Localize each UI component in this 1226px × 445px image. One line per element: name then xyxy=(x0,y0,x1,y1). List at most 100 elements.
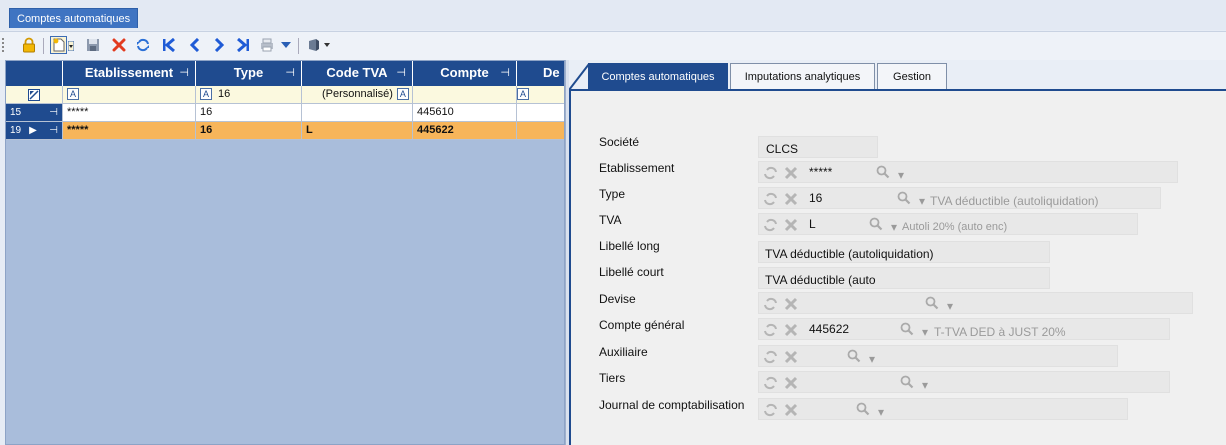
export-icon[interactable] xyxy=(305,36,323,54)
pin-icon[interactable]: ⊣ xyxy=(179,61,189,85)
tab-imputations-analytiques[interactable]: Imputations analytiques xyxy=(730,63,875,90)
filter-cell-etablissement[interactable]: A xyxy=(63,86,196,104)
next-record-icon[interactable] xyxy=(210,36,228,54)
label-libelle-long: Libellé long xyxy=(599,239,660,253)
auxiliaire-field[interactable]: ▾ xyxy=(758,345,1118,367)
libelle-long-field[interactable]: TVA déductible (autoliquidation) xyxy=(758,241,1050,263)
cell-compte[interactable]: 445610 xyxy=(413,104,517,122)
table-row-selected[interactable]: 19 ▶ ⊣ ***** 16 L 445622 xyxy=(6,122,564,140)
filter-operator-icon[interactable]: A xyxy=(200,88,212,101)
libelle-court-field[interactable]: TVA déductible (auto xyxy=(758,267,1050,289)
tiers-field[interactable]: ▾ xyxy=(758,371,1170,393)
last-record-icon[interactable] xyxy=(234,36,252,54)
current-row-icon: ▶ xyxy=(29,125,37,136)
label-type: Type xyxy=(599,187,626,201)
column-header-de[interactable]: De xyxy=(517,61,564,86)
row-number-label: 15 xyxy=(10,107,22,118)
compte-general-description: T-TVA DED à JUST 20% xyxy=(934,325,1066,339)
pin-icon[interactable]: ⊣ xyxy=(49,122,58,139)
filter-cell-de[interactable]: A xyxy=(517,86,564,104)
column-header-compte[interactable]: Compte ⊣ xyxy=(413,61,517,86)
column-header-label: De xyxy=(543,65,560,80)
devise-field[interactable]: ▾ xyxy=(758,292,1193,314)
delete-icon[interactable] xyxy=(110,36,128,54)
tab-comptes-automatiques[interactable]: Comptes automatiques xyxy=(588,63,728,90)
cell-etablissement[interactable]: ***** xyxy=(63,122,196,140)
grid-header: Etablissement ⊣ Type ⊣ Code TVA ⊣ Compte… xyxy=(6,61,564,86)
label-libelle-court: Libellé court xyxy=(599,265,664,279)
save-icon[interactable] xyxy=(84,36,102,54)
type-value: 16 xyxy=(809,191,823,205)
label-auxiliaire: Auxiliaire xyxy=(599,345,648,359)
clear-icon xyxy=(784,192,798,206)
chevron-down-icon[interactable]: ▾ xyxy=(891,217,897,234)
chevron-down-icon[interactable]: ▾ xyxy=(869,349,875,366)
chevron-down-icon[interactable]: ▾ xyxy=(878,402,884,419)
chevron-down-icon[interactable]: ▾ xyxy=(947,296,953,313)
new-record-dropdown-icon[interactable] xyxy=(67,40,75,52)
search-icon xyxy=(900,322,914,336)
clear-icon xyxy=(784,166,798,180)
clear-filter-icon[interactable] xyxy=(6,86,63,104)
document-tabstrip: Comptes automatiques xyxy=(0,0,1226,30)
pin-icon[interactable]: ⊣ xyxy=(500,61,510,85)
cell-compte[interactable]: 445622 xyxy=(413,122,517,140)
export-dropdown-icon[interactable] xyxy=(322,36,332,54)
toolbar-separator xyxy=(43,38,44,54)
cell-de[interactable] xyxy=(517,122,564,140)
filter-operator-icon[interactable]: A xyxy=(67,88,79,101)
row-number[interactable]: 19 ▶ ⊣ xyxy=(6,122,63,140)
previous-record-icon[interactable] xyxy=(186,36,204,54)
refresh-icon[interactable] xyxy=(134,36,152,54)
tab-gestion[interactable]: Gestion xyxy=(877,63,947,90)
toolbar-grip[interactable] xyxy=(2,38,5,52)
column-header-type[interactable]: Type ⊣ xyxy=(196,61,302,86)
cell-etablissement[interactable]: ***** xyxy=(63,104,196,122)
table-row[interactable]: 15 ⊣ ***** 16 445610 xyxy=(6,104,564,122)
filter-dropdown-icon[interactable] xyxy=(280,36,292,54)
field-actions xyxy=(763,296,799,312)
column-header-code-tva[interactable]: Code TVA ⊣ xyxy=(302,61,413,86)
tva-field[interactable]: L ▾ Autoli 20% (auto enc) xyxy=(758,213,1138,235)
label-compte-general: Compte général xyxy=(599,318,685,332)
chevron-down-icon[interactable]: ▾ xyxy=(922,322,928,339)
pin-icon[interactable]: ⊣ xyxy=(285,61,295,85)
journal-field[interactable]: ▾ xyxy=(758,398,1128,420)
print-icon[interactable] xyxy=(258,36,276,54)
chevron-down-icon[interactable]: ▾ xyxy=(898,165,904,182)
cell-type[interactable]: 16 xyxy=(196,104,302,122)
etablissement-field[interactable]: ***** ▾ xyxy=(758,161,1178,183)
societe-field[interactable]: CLCS xyxy=(758,136,878,158)
lock-icon[interactable] xyxy=(20,36,38,54)
first-record-icon[interactable] xyxy=(160,36,178,54)
filter-cell-type[interactable]: A 16 xyxy=(196,86,302,104)
filter-cell-code-tva[interactable]: (Personnalisé) A xyxy=(302,86,413,104)
field-actions xyxy=(763,402,799,418)
filter-operator-icon[interactable]: A xyxy=(517,88,529,101)
field-actions xyxy=(763,322,799,338)
chevron-down-icon[interactable]: ▾ xyxy=(919,191,925,208)
records-grid: Etablissement ⊣ Type ⊣ Code TVA ⊣ Compte… xyxy=(5,60,565,445)
cell-type[interactable]: 16 xyxy=(196,122,302,140)
refresh-icon xyxy=(764,376,777,390)
refresh-icon xyxy=(764,323,777,337)
search-icon xyxy=(869,217,883,231)
compte-general-field[interactable]: 445622 ▾ T-TVA DED à JUST 20% xyxy=(758,318,1170,340)
filter-value-type: 16 xyxy=(218,88,231,100)
filter-operator-icon[interactable]: A xyxy=(396,88,409,101)
column-header-etablissement[interactable]: Etablissement ⊣ xyxy=(63,61,196,86)
label-etablissement: Etablissement xyxy=(599,161,675,175)
document-tab-comptes-automatiques[interactable]: Comptes automatiques xyxy=(9,8,139,28)
cell-code-tva[interactable] xyxy=(302,104,413,122)
filter-cell-compte[interactable] xyxy=(413,86,517,104)
cell-code-tva[interactable]: L xyxy=(302,122,413,140)
pin-icon[interactable]: ⊣ xyxy=(396,61,406,85)
refresh-icon xyxy=(764,403,777,417)
row-number[interactable]: 15 ⊣ xyxy=(6,104,63,122)
new-record-icon[interactable] xyxy=(50,36,67,54)
pin-icon[interactable]: ⊣ xyxy=(49,104,58,121)
chevron-down-icon[interactable]: ▾ xyxy=(922,375,928,392)
etablissement-value: ***** xyxy=(809,165,833,179)
type-field[interactable]: 16 ▾ TVA déductible (autoliquidation) xyxy=(758,187,1161,209)
cell-de[interactable] xyxy=(517,104,564,122)
